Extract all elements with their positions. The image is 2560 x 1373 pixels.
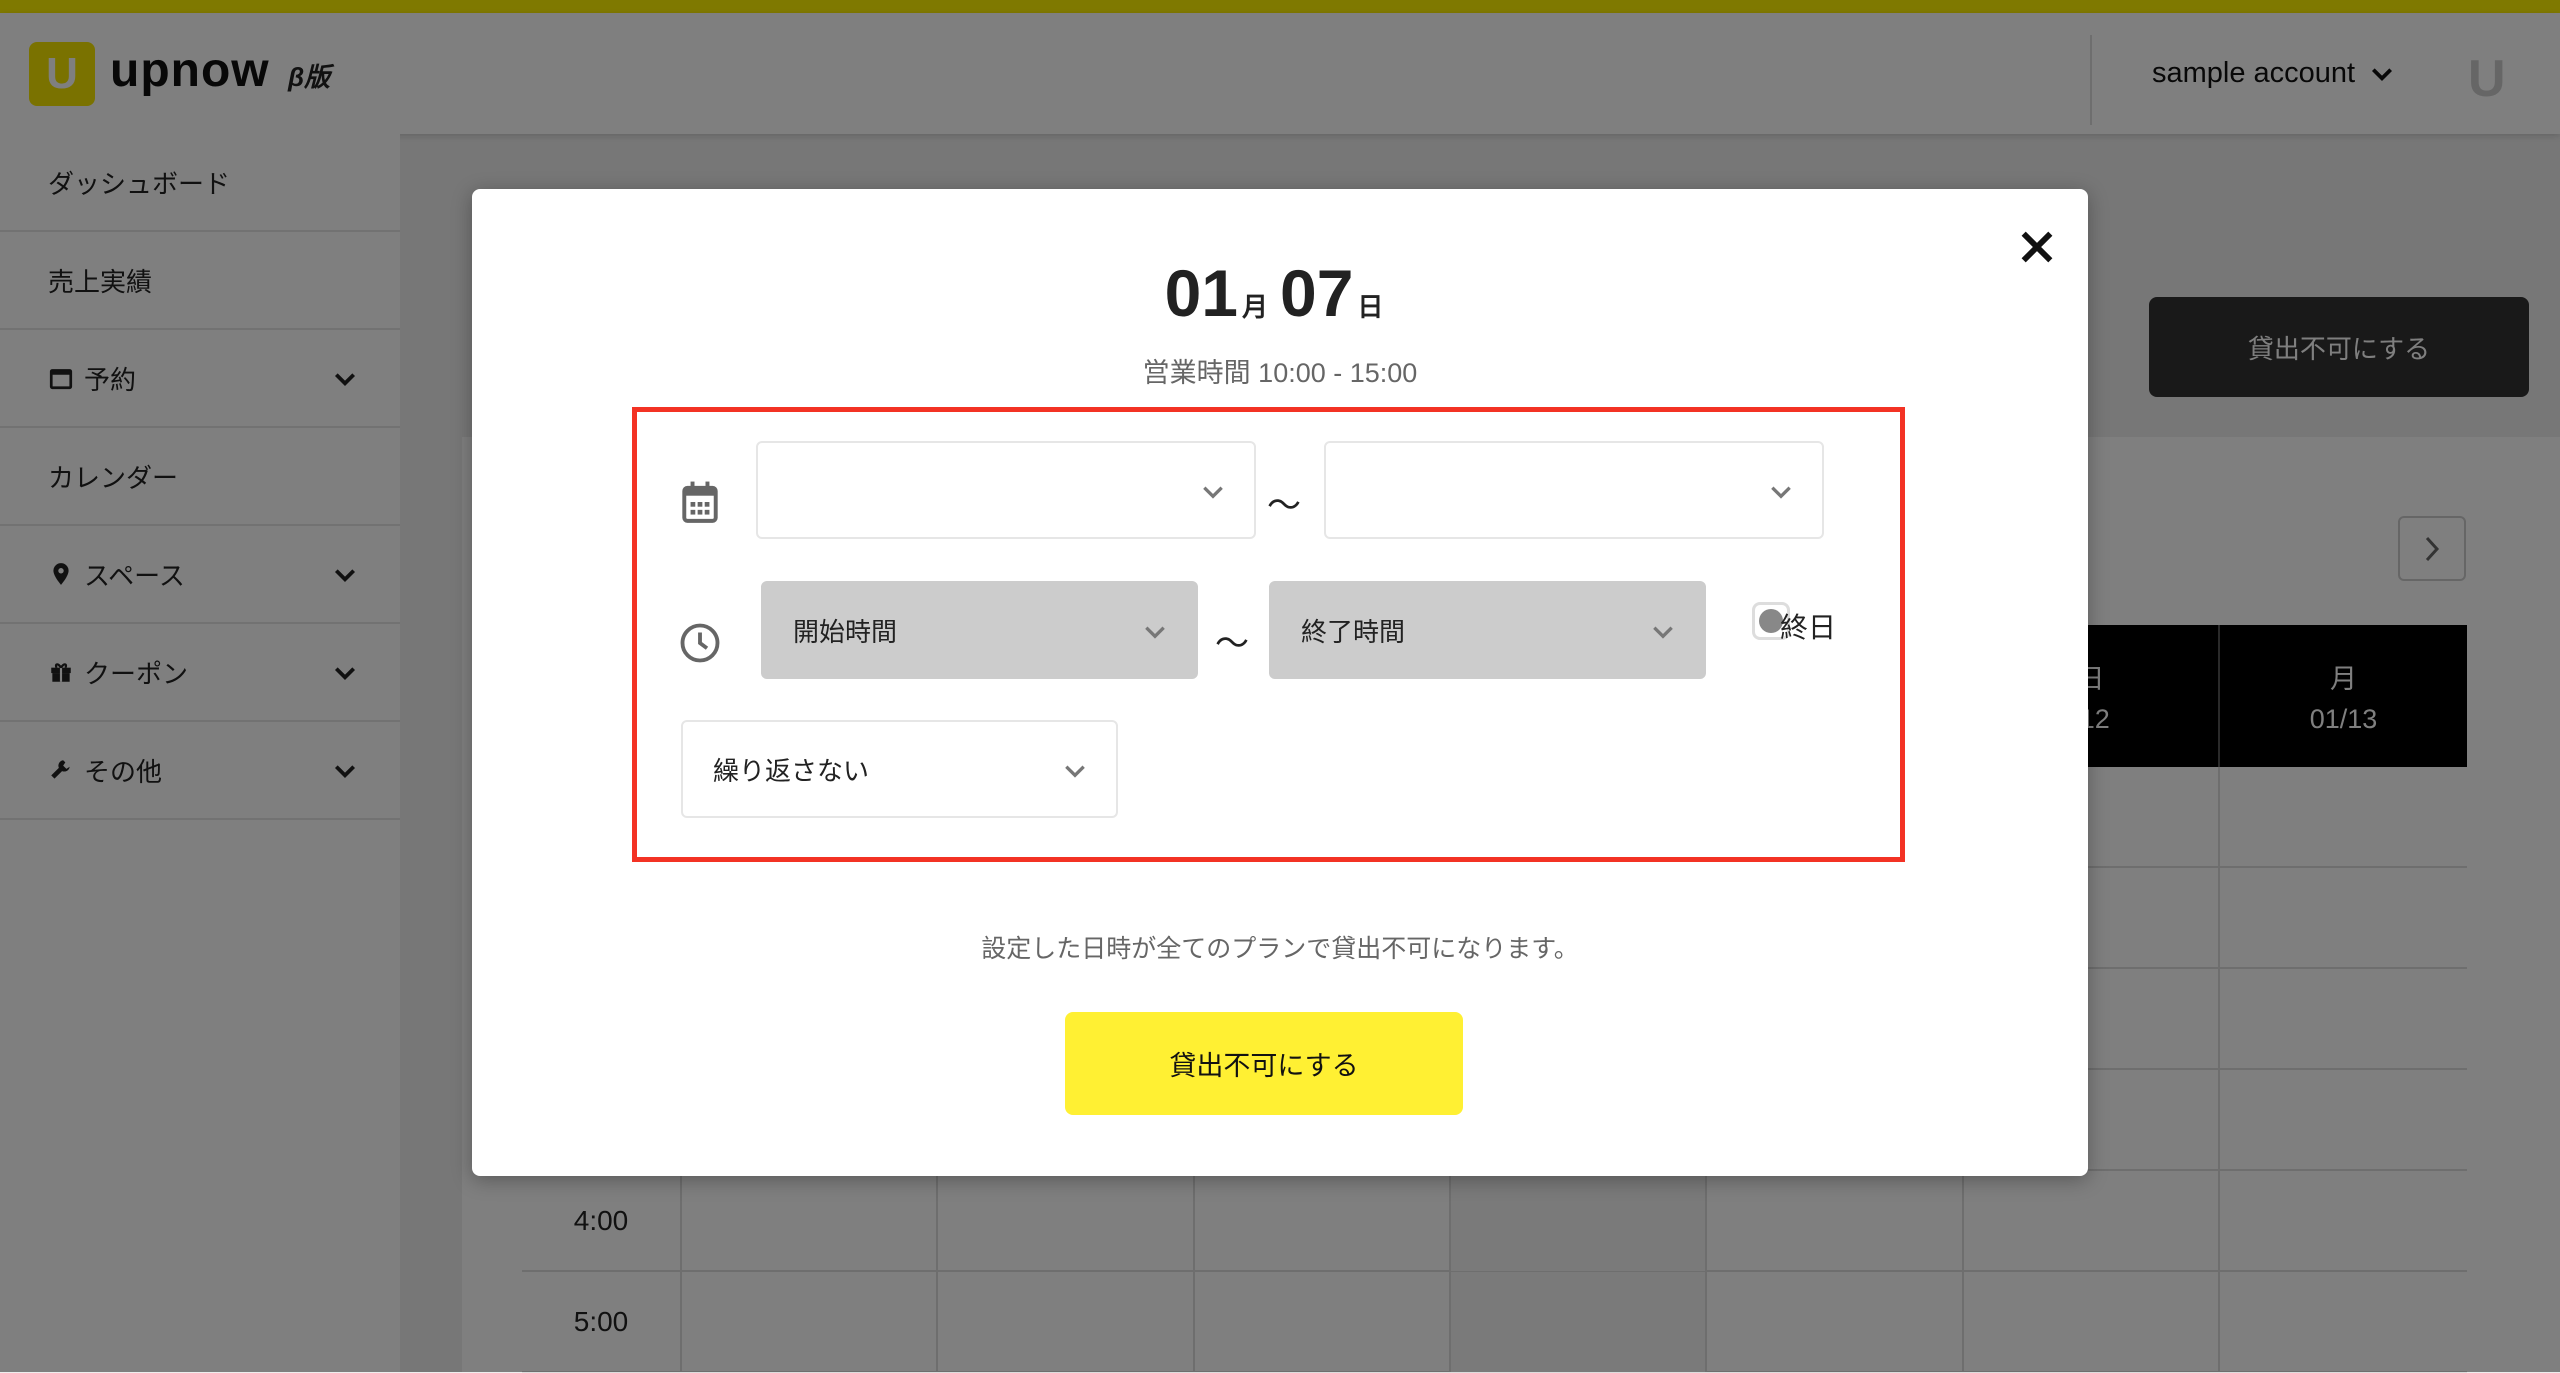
day-unit: 日: [1357, 292, 1384, 322]
block-dates-modal: 01 月 07 日 営業時間 10:00 - 15:00 ～ 開始時間 ～ 終了時間 …: [472, 189, 2088, 1176]
clock-icon: [680, 623, 720, 663]
modal-note: 設定した日時が全てのプランで貸出不可になります。: [981, 935, 1579, 963]
repeat-select[interactable]: 繰り返さない: [681, 720, 1118, 818]
range-separator: ～: [1215, 625, 1249, 663]
start-time-select[interactable]: 開始時間: [761, 581, 1198, 679]
chevron-down-icon: [1065, 765, 1085, 778]
start-time-value: 開始時間: [793, 616, 898, 647]
range-separator: ～: [1267, 487, 1301, 525]
end-time-value: 終了時間: [1301, 616, 1406, 647]
all-day-label: 終日: [1780, 612, 1837, 643]
highlight-box: ～ 開始時間 ～ 終了時間 終日 繰り返さない: [632, 407, 1905, 862]
calendar-icon: [682, 481, 718, 523]
chevron-down-icon: [1653, 626, 1673, 639]
repeat-value: 繰り返さない: [713, 755, 870, 786]
month-value: 01: [1164, 256, 1238, 330]
start-date-select[interactable]: [756, 441, 1256, 539]
end-date-select[interactable]: [1324, 441, 1824, 539]
day-value: 07: [1280, 256, 1354, 330]
chevron-down-icon: [1203, 486, 1223, 499]
business-hours: 営業時間 10:00 - 15:00: [1142, 358, 1418, 388]
chevron-down-icon: [1771, 486, 1791, 499]
modal-date-title: 01 月 07 日: [472, 255, 2088, 331]
chevron-down-icon: [1145, 626, 1165, 639]
month-unit: 月: [1241, 292, 1268, 322]
end-time-select[interactable]: 終了時間: [1269, 581, 1706, 679]
block-rental-submit-button[interactable]: 貸出不可にする: [1065, 1012, 1463, 1115]
